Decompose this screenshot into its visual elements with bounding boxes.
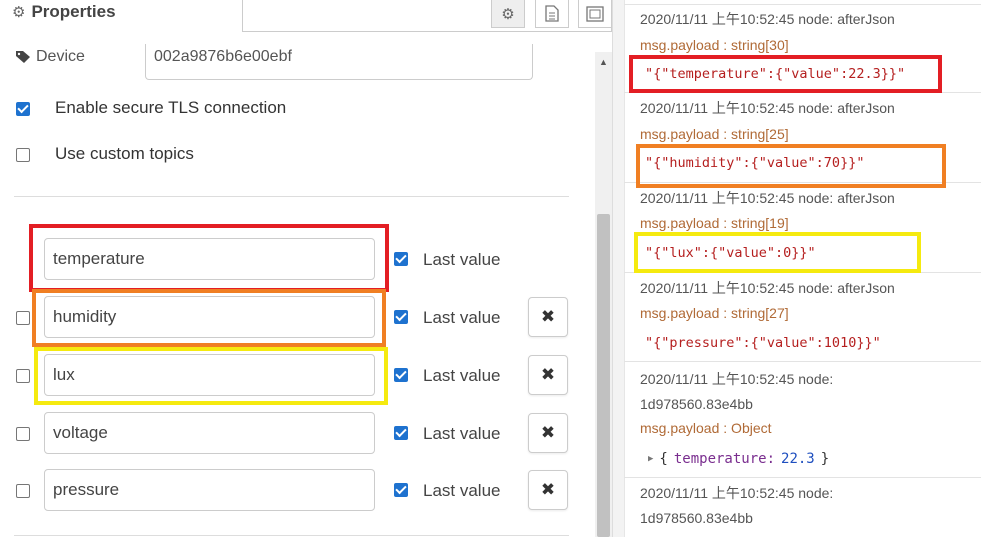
last-value-checkbox-pressure[interactable] <box>394 483 408 497</box>
message-node-id: 1d978560.83e4bb <box>640 510 753 526</box>
topic-input-lux[interactable]: lux <box>44 354 375 396</box>
scrollbar-thumb[interactable] <box>597 214 610 537</box>
last-value-label: Last value <box>423 366 501 385</box>
appearance-button[interactable] <box>578 0 612 28</box>
message-value: "{"lux":{"value":0}}" <box>645 245 816 261</box>
topic-input-voltage[interactable]: voltage <box>44 412 375 454</box>
last-value-checkbox-voltage[interactable] <box>394 426 408 440</box>
gear-icon: ⚙ <box>12 4 26 21</box>
device-input[interactable]: 002a9876b6e00ebf <box>145 44 533 80</box>
row-checkbox-voltage[interactable] <box>16 427 30 441</box>
row-checkbox-pressure[interactable] <box>16 484 30 498</box>
message-header: 2020/11/11 上午10:52:45 node: afterJson <box>640 100 895 116</box>
scroll-up-arrow-icon[interactable]: ▲ <box>595 52 612 72</box>
message-value: "{"humidity":{"value":70}}" <box>645 155 865 171</box>
object-tree[interactable]: ▶ { temperature: 22.3 } <box>648 451 829 467</box>
expand-arrow-icon[interactable]: ▶ <box>648 454 653 464</box>
topic-input-pressure[interactable]: pressure <box>44 469 375 511</box>
last-value-checkbox-lux[interactable] <box>394 368 408 382</box>
gear-icon: ⚙ <box>501 5 515 23</box>
message-node-id: 1d978560.83e4bb <box>640 396 753 412</box>
properties-title: Properties <box>31 2 116 21</box>
tag-icon <box>16 51 30 63</box>
last-value-label: Last value <box>423 250 501 269</box>
row-checkbox-lux[interactable] <box>16 369 30 383</box>
description-button[interactable] <box>535 0 569 28</box>
device-label: Device <box>16 48 85 66</box>
topic-input-temperature[interactable]: temperature <box>44 238 375 280</box>
message-type: msg.payload : string[19] <box>640 215 789 231</box>
message-separator <box>624 477 981 478</box>
document-icon <box>545 5 559 22</box>
message-type: msg.payload : string[25] <box>640 126 789 142</box>
message-type: msg.payload : Object <box>640 420 772 436</box>
last-value-label: Last value <box>423 308 501 327</box>
message-separator <box>624 4 981 5</box>
close-icon: ✖ <box>540 365 556 384</box>
properties-header: ⚙ Properties <box>12 2 116 22</box>
message-header: 2020/11/11 上午10:52:45 node: afterJson <box>640 11 895 27</box>
message-type: msg.payload : string[27] <box>640 305 789 321</box>
delete-topic-button[interactable]: ✖ <box>528 470 568 510</box>
message-separator <box>624 92 981 93</box>
frame-icon <box>586 5 604 22</box>
close-icon: ✖ <box>540 307 556 326</box>
row-checkbox-humidity[interactable] <box>16 311 30 325</box>
message-separator <box>624 361 981 362</box>
tls-label: Enable secure TLS connection <box>55 98 287 117</box>
delete-topic-button[interactable]: ✖ <box>528 297 568 337</box>
message-separator <box>624 272 981 273</box>
custom-topics-label: Use custom topics <box>55 144 194 163</box>
delete-topic-button[interactable]: ✖ <box>528 413 568 453</box>
message-separator <box>624 182 981 183</box>
message-header: 2020/11/11 上午10:52:45 node: afterJson <box>640 190 895 206</box>
last-value-label: Last value <box>423 424 501 443</box>
topic-input-humidity[interactable]: humidity <box>44 296 375 338</box>
divider <box>14 196 569 197</box>
message-value: "{"temperature":{"value":22.3}}" <box>645 66 906 82</box>
message-header: 2020/11/11 上午10:52:45 node: afterJson <box>640 280 895 296</box>
settings-button[interactable]: ⚙ <box>491 0 525 28</box>
message-header: 2020/11/11 上午10:52:45 node: <box>640 371 834 387</box>
message-value: "{"pressure":{"value":1010}}" <box>645 335 881 351</box>
close-icon: ✖ <box>540 423 556 442</box>
custom-topics-checkbox[interactable] <box>16 148 30 162</box>
last-value-checkbox-temperature[interactable] <box>394 252 408 266</box>
message-type: msg.payload : string[30] <box>640 37 789 53</box>
close-icon: ✖ <box>540 480 556 499</box>
message-header: 2020/11/11 上午10:52:45 node: <box>640 485 834 501</box>
divider <box>14 535 569 536</box>
last-value-checkbox-humidity[interactable] <box>394 310 408 324</box>
tls-checkbox[interactable] <box>16 102 30 116</box>
delete-topic-button[interactable]: ✖ <box>528 355 568 395</box>
last-value-label: Last value <box>423 481 501 500</box>
